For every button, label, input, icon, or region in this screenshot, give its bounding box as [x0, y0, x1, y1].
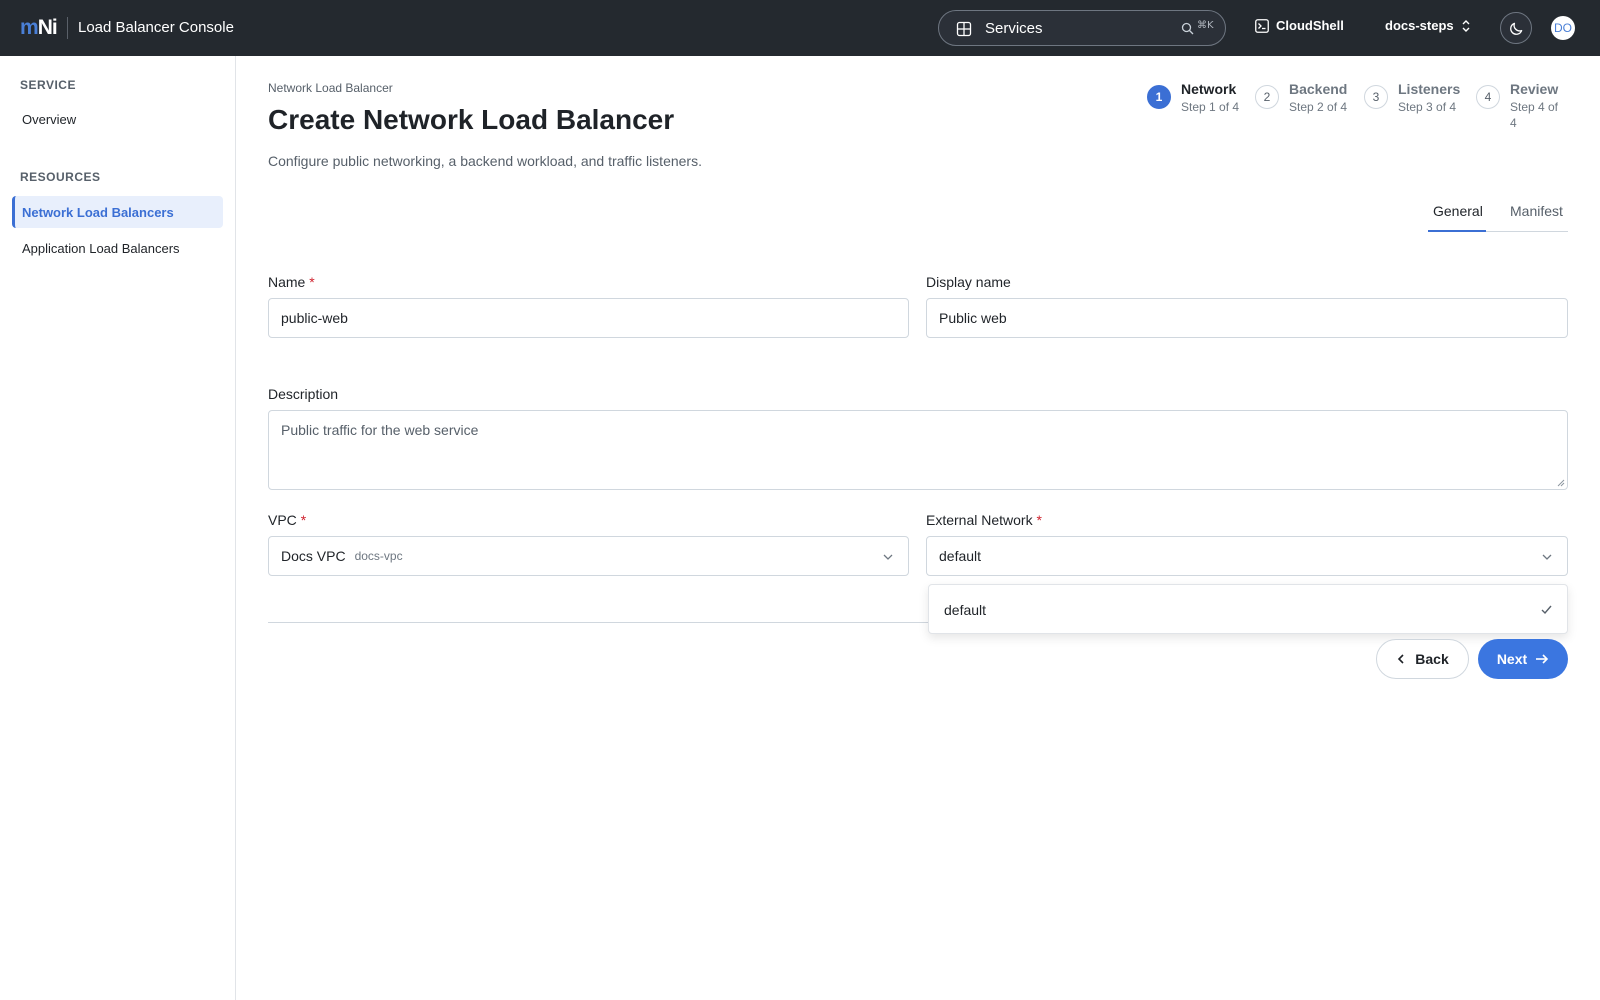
display-name-label: Display name [926, 274, 1011, 290]
next-button[interactable]: Next [1478, 639, 1568, 679]
name-input[interactable]: public-web [268, 298, 909, 338]
tab-bar: General Manifest [1428, 196, 1568, 232]
external-network-select[interactable]: default [926, 536, 1568, 576]
description-label: Description [268, 386, 339, 402]
wizard-stepper: 1 Network Step 1 of 4 2 Backend Step 2 o… [1147, 80, 1568, 130]
search-icon [1181, 22, 1194, 35]
external-network-dropdown: default [928, 584, 1568, 634]
top-bar: m Ni Load Balancer Console Services ⌘K Cl… [0, 0, 1600, 56]
display-name-value: Public web [939, 310, 1007, 326]
name-value: public-web [281, 310, 348, 326]
step-review[interactable]: 4 Review Step 4 of 4 [1476, 80, 1568, 131]
sidebar-heading-resources: RESOURCES [20, 170, 101, 184]
name-label: Name * [268, 274, 315, 290]
step-sub: Step 2 of 4 [1289, 100, 1348, 114]
step-number: 4 [1476, 85, 1500, 109]
tab-active-indicator [1428, 230, 1486, 232]
tab-manifest[interactable]: Manifest [1510, 203, 1563, 219]
description-placeholder: Public traffic for the web service [281, 422, 479, 438]
external-network-value: default [939, 548, 982, 564]
cloudshell-label: CloudShell [1276, 18, 1344, 33]
app-title: Load Balancer Console [78, 19, 234, 36]
step-listeners[interactable]: 3 Listeners Step 3 of 4 [1364, 80, 1460, 115]
chevron-down-icon [1542, 554, 1552, 560]
required-mark: * [1036, 512, 1042, 528]
services-search[interactable]: Services ⌘K [938, 10, 1226, 46]
project-label: docs-steps [1385, 18, 1454, 33]
sidebar-heading-service: SERVICE [20, 78, 76, 92]
step-label: Review [1509, 81, 1559, 97]
resize-grip-icon[interactable] [1557, 479, 1565, 487]
step-number: 1 [1147, 85, 1171, 109]
chevron-up-down-icon [1462, 19, 1470, 32]
logo-ni: Ni [37, 16, 58, 39]
back-label: Back [1415, 651, 1449, 667]
description-textarea[interactable]: Public traffic for the web service [268, 410, 1568, 490]
sidebar-item-network-load-balancers[interactable]: Network Load Balancers [12, 196, 223, 228]
step-sub: Step 4 of 4 [1509, 100, 1559, 130]
step-label: Backend [1289, 81, 1348, 97]
page-description: Configure public networking, a backend w… [268, 153, 702, 169]
vpc-label: VPC * [268, 512, 306, 528]
terminal-icon [1255, 18, 1269, 33]
required-mark: * [300, 512, 307, 528]
moon-icon [1509, 22, 1522, 35]
sidebar: SERVICE Overview RESOURCES Network Load … [0, 56, 236, 1000]
vpc-value: Docs VPC [281, 548, 346, 564]
search-shortcut: ⌘K [1197, 20, 1214, 31]
arrow-right-icon [1536, 654, 1549, 664]
vpc-hint: docs-vpc [354, 549, 403, 563]
step-backend[interactable]: 2 Backend Step 2 of 4 [1255, 80, 1347, 115]
vpc-label-text: VPC [268, 512, 297, 528]
logo-m: m [20, 16, 39, 39]
back-button[interactable]: Back [1376, 639, 1469, 679]
dropdown-option-label: default [944, 602, 987, 618]
step-label: Network [1181, 81, 1237, 97]
check-icon [1541, 605, 1552, 615]
services-label: Services [985, 20, 1043, 37]
logo-divider [67, 17, 68, 39]
chevron-down-icon [883, 554, 893, 560]
external-network-label-text: External Network [926, 512, 1033, 528]
logo[interactable]: m Ni [20, 16, 58, 39]
name-label-text: Name [268, 274, 306, 290]
grid-icon [956, 21, 972, 37]
step-number: 3 [1364, 85, 1388, 109]
step-sub: Step 3 of 4 [1398, 100, 1457, 114]
sidebar-item-overview[interactable]: Overview [12, 103, 223, 135]
next-label: Next [1496, 651, 1528, 667]
external-network-label: External Network * [926, 512, 1042, 528]
step-network[interactable]: 1 Network Step 1 of 4 [1147, 80, 1239, 115]
avatar[interactable]: DO [1551, 16, 1575, 40]
breadcrumb[interactable]: Network Load Balancer [268, 81, 393, 95]
project-selector[interactable]: docs-steps [1385, 18, 1471, 33]
sidebar-item-application-load-balancers[interactable]: Application Load Balancers [12, 232, 223, 264]
cloudshell-button[interactable]: CloudShell [1255, 18, 1344, 33]
step-label: Listeners [1398, 81, 1461, 97]
chevron-left-icon [1398, 654, 1404, 664]
step-number: 2 [1255, 85, 1279, 109]
step-sub: Step 1 of 4 [1181, 100, 1240, 114]
required-mark: * [309, 274, 315, 290]
display-name-input[interactable]: Public web [926, 298, 1568, 338]
theme-toggle-button[interactable] [1500, 12, 1532, 44]
tab-general[interactable]: General [1433, 203, 1483, 219]
vpc-select[interactable]: Docs VPC docs-vpc [268, 536, 909, 576]
page-title: Create Network Load Balancer [268, 104, 675, 135]
